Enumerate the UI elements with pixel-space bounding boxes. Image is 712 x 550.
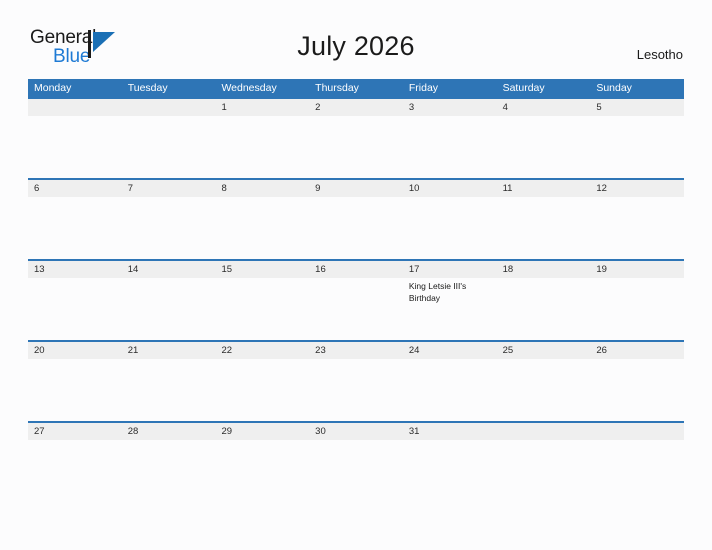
day-number[interactable]: 23 — [309, 342, 403, 359]
page-title: July 2026 — [297, 31, 415, 61]
day-event — [122, 359, 216, 421]
weekday-friday: Friday — [408, 82, 439, 94]
country-label: Lesotho — [636, 47, 683, 62]
day-event — [590, 197, 684, 259]
day-event — [590, 278, 684, 340]
day-number[interactable]: 21 — [122, 342, 216, 359]
day-event — [590, 116, 684, 178]
day-event — [28, 440, 122, 502]
day-number[interactable]: 15 — [215, 261, 309, 278]
day-number[interactable] — [590, 423, 684, 440]
day-number[interactable]: 14 — [122, 261, 216, 278]
day-event — [497, 278, 591, 340]
day-event — [309, 440, 403, 502]
day-event — [122, 278, 216, 340]
day-number[interactable]: 31 — [403, 423, 497, 440]
day-number[interactable] — [497, 423, 591, 440]
day-number[interactable]: 6 — [28, 180, 122, 197]
day-event — [122, 197, 216, 259]
week-event-band — [28, 359, 684, 421]
day-event-holiday: King Letsie III's Birthday — [408, 281, 467, 303]
week-event-band — [28, 440, 684, 502]
day-event — [309, 359, 403, 421]
day-event — [122, 116, 216, 178]
weekday-sunday: Sunday — [596, 82, 632, 94]
week-date-band: 6 7 8 9 10 11 12 — [28, 180, 684, 197]
day-event — [590, 440, 684, 502]
day-event — [497, 359, 591, 421]
day-number[interactable]: 10 — [403, 180, 497, 197]
day-event — [28, 197, 122, 259]
week-date-band: 20 21 22 23 24 25 26 — [28, 342, 684, 359]
day-event — [28, 359, 122, 421]
day-number[interactable] — [122, 99, 216, 116]
day-number[interactable]: 2 — [309, 99, 403, 116]
day-number[interactable]: 25 — [497, 342, 591, 359]
day-number[interactable]: 12 — [590, 180, 684, 197]
day-number[interactable]: 4 — [497, 99, 591, 116]
day-number[interactable]: 8 — [215, 180, 309, 197]
calendar-grid: Monday Tuesday Wednesday Thursday Friday… — [28, 79, 684, 502]
day-number[interactable]: 18 — [497, 261, 591, 278]
day-event — [497, 197, 591, 259]
day-number[interactable]: 7 — [122, 180, 216, 197]
calendar-page: General Blue July 2026 Lesotho Monday Tu… — [0, 0, 712, 550]
day-number[interactable]: 17 — [403, 261, 497, 278]
weekday-thursday: Thursday — [315, 82, 359, 94]
day-event — [403, 440, 497, 502]
day-event — [403, 359, 497, 421]
day-number[interactable]: 30 — [309, 423, 403, 440]
weekday-header-row: Monday Tuesday Wednesday Thursday Friday… — [28, 79, 684, 97]
week-row: 27 28 29 30 31 — [28, 421, 684, 502]
day-number[interactable]: 20 — [28, 342, 122, 359]
day-number[interactable]: 9 — [309, 180, 403, 197]
page-header: General Blue July 2026 Lesotho — [0, 0, 712, 66]
day-number[interactable]: 16 — [309, 261, 403, 278]
day-event — [497, 116, 591, 178]
day-event — [309, 197, 403, 259]
week-event-band — [28, 116, 684, 178]
day-number[interactable]: 28 — [122, 423, 216, 440]
day-event — [215, 197, 309, 259]
weekday-monday: Monday — [34, 82, 72, 94]
day-event — [403, 197, 497, 259]
day-event — [590, 359, 684, 421]
day-number[interactable]: 27 — [28, 423, 122, 440]
day-number[interactable]: 29 — [215, 423, 309, 440]
day-event — [215, 359, 309, 421]
day-event — [403, 116, 497, 178]
week-row: 6 7 8 9 10 11 12 — [28, 178, 684, 259]
weekday-tuesday: Tuesday — [127, 82, 168, 94]
day-number[interactable]: 24 — [403, 342, 497, 359]
week-date-band: 27 28 29 30 31 — [28, 423, 684, 440]
day-number[interactable]: 11 — [497, 180, 591, 197]
day-number[interactable]: 3 — [403, 99, 497, 116]
day-event — [28, 278, 122, 340]
week-row: 20 21 22 23 24 25 26 — [28, 340, 684, 421]
day-event — [122, 440, 216, 502]
weekday-wednesday: Wednesday — [221, 82, 277, 94]
day-event — [215, 278, 309, 340]
week-date-band: 1 2 3 4 5 — [28, 99, 684, 116]
week-event-band — [28, 197, 684, 259]
day-event — [215, 116, 309, 178]
week-date-band: 13 14 15 16 17 18 19 — [28, 261, 684, 278]
day-number[interactable]: 13 — [28, 261, 122, 278]
day-event — [215, 440, 309, 502]
week-row: 1 2 3 4 5 — [28, 97, 684, 178]
day-number[interactable]: 19 — [590, 261, 684, 278]
day-event — [28, 116, 122, 178]
day-event — [497, 440, 591, 502]
day-number[interactable]: 26 — [590, 342, 684, 359]
weekday-saturday: Saturday — [502, 82, 545, 94]
day-number[interactable]: 1 — [215, 99, 309, 116]
day-number[interactable]: 5 — [590, 99, 684, 116]
day-event — [309, 278, 403, 340]
day-number[interactable]: 22 — [215, 342, 309, 359]
day-event — [309, 116, 403, 178]
day-number[interactable] — [28, 99, 122, 116]
week-row: 13 14 15 16 17 18 19 King Letsie III's B… — [28, 259, 684, 340]
week-event-band: King Letsie III's Birthday — [28, 278, 684, 340]
